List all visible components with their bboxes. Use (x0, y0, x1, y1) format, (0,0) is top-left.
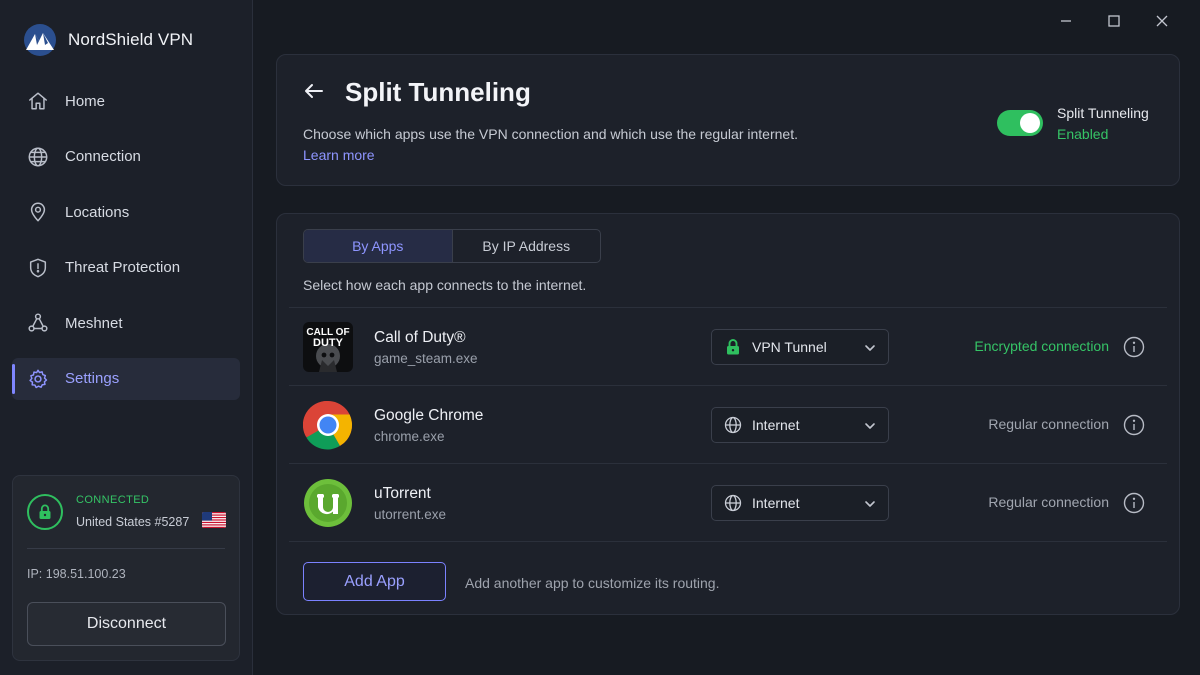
sidebar-item-home[interactable]: Home (12, 80, 240, 122)
sidebar-item-threat-protection[interactable]: Threat Protection (12, 247, 240, 289)
window-controls (1042, 10, 1186, 32)
main-content: Split Tunneling Choose which apps use th… (253, 0, 1200, 675)
app-window: NordShield VPN Home Connection Locations (0, 0, 1200, 675)
connection-status: Regular connection (988, 494, 1109, 510)
sidebar: NordShield VPN Home Connection Locations (0, 0, 253, 675)
chevron-down-icon (864, 419, 876, 431)
maximize-icon (1108, 15, 1120, 27)
apps-panel: By Apps By IP Address Select how each ap… (276, 213, 1180, 615)
tab-by-ip-address[interactable]: By IP Address (453, 230, 601, 262)
add-app-button[interactable]: Add App (303, 562, 446, 601)
tab-by-apps[interactable]: By Apps (304, 230, 453, 262)
app-name: uTorrent (374, 485, 431, 502)
toggle-state: Enabled (1057, 126, 1109, 142)
sidebar-item-meshnet[interactable]: Meshnet (12, 302, 240, 344)
utorrent-icon (304, 479, 352, 527)
info-icon[interactable] (1123, 492, 1145, 514)
select-value: Internet (752, 495, 800, 511)
close-icon (1156, 15, 1168, 27)
home-icon (26, 89, 50, 113)
lock-icon (27, 494, 63, 530)
divider (289, 541, 1167, 542)
app-executable: utorrent.exe (374, 507, 447, 522)
app-row: Google Chrome chrome.exe Internet Regula… (277, 386, 1181, 464)
connection-mode-select[interactable]: VPN Tunnel (711, 329, 889, 365)
connection-mode-select[interactable]: Internet (711, 407, 889, 443)
arrow-left-icon (305, 84, 323, 98)
chevron-down-icon (864, 497, 876, 509)
learn-more-link[interactable]: Learn more (303, 147, 375, 163)
gear-icon (26, 367, 50, 391)
chevron-down-icon (864, 341, 876, 353)
app-row: uTorrent utorrent.exe Internet Regular c… (277, 464, 1181, 542)
brand-name: NordShield VPN (68, 30, 194, 49)
svg-text:DUTY: DUTY (313, 337, 344, 349)
maximize-button[interactable] (1090, 10, 1138, 32)
connection-mode-select[interactable]: Internet (711, 485, 889, 521)
lock-icon (724, 338, 742, 356)
select-value: Internet (752, 417, 800, 433)
brand-logo-icon (24, 24, 56, 56)
mesh-network-icon (26, 311, 50, 335)
sidebar-item-label: Connection (65, 148, 141, 166)
globe-icon (724, 494, 742, 512)
ip-address: IP: 198.51.100.23 (27, 567, 126, 581)
app-executable: game_steam.exe (374, 351, 478, 366)
minimize-button[interactable] (1042, 10, 1090, 32)
shield-icon (26, 256, 50, 280)
globe-icon (724, 416, 742, 434)
select-value: VPN Tunnel (752, 339, 827, 355)
divider (27, 548, 225, 549)
chrome-icon (303, 400, 353, 450)
sidebar-item-locations[interactable]: Locations (12, 191, 240, 233)
map-pin-icon (26, 200, 50, 224)
sidebar-item-label: Settings (65, 370, 120, 388)
brand: NordShield VPN (22, 23, 193, 57)
info-icon[interactable] (1123, 336, 1145, 358)
toggle-title: Split Tunneling (1057, 105, 1149, 121)
connection-status: Regular connection (988, 416, 1109, 432)
toggle-knob (1020, 113, 1040, 133)
apps-description: Select how each app connects to the inte… (303, 277, 587, 293)
sidebar-item-label: Meshnet (65, 314, 123, 332)
connection-status: Encrypted connection (974, 338, 1109, 354)
disconnect-button[interactable]: Disconnect (27, 602, 226, 646)
globe-icon (26, 145, 50, 169)
app-name: Google Chrome (374, 407, 484, 424)
page-description: Choose which apps use the VPN connection… (303, 126, 798, 142)
page-title: Split Tunneling (345, 77, 531, 107)
connection-status-card: CONNECTED United States #5287 IP: 198.51… (12, 475, 240, 661)
us-flag-icon (202, 512, 226, 528)
app-row: CALL OF DUTY Call of Duty® game_steam.ex… (277, 308, 1181, 386)
sidebar-item-label: Locations (65, 203, 130, 221)
sidebar-item-label: Home (65, 92, 106, 110)
sidebar-item-label: Threat Protection (65, 259, 181, 277)
back-button[interactable] (302, 79, 328, 105)
sidebar-item-connection[interactable]: Connection (12, 136, 240, 178)
sidebar-item-settings[interactable]: Settings (12, 357, 240, 400)
split-tunneling-toggle[interactable] (997, 110, 1043, 136)
call-of-duty-icon: CALL OF DUTY (303, 322, 353, 372)
sidebar-nav: Home Connection Locations Threat Protect… (12, 80, 240, 414)
close-button[interactable] (1138, 10, 1186, 32)
connected-server: United States #5287 (76, 515, 190, 529)
app-name: Call of Duty® (374, 329, 466, 346)
connection-status-label: CONNECTED (76, 494, 150, 506)
split-tunneling-header: Split Tunneling Choose which apps use th… (276, 54, 1180, 186)
add-app-hint: Add another app to customize its routing… (465, 575, 720, 591)
minimize-icon (1061, 20, 1071, 22)
app-executable: chrome.exe (374, 429, 445, 444)
info-icon[interactable] (1123, 414, 1145, 436)
tab-bar: By Apps By IP Address (303, 229, 601, 263)
